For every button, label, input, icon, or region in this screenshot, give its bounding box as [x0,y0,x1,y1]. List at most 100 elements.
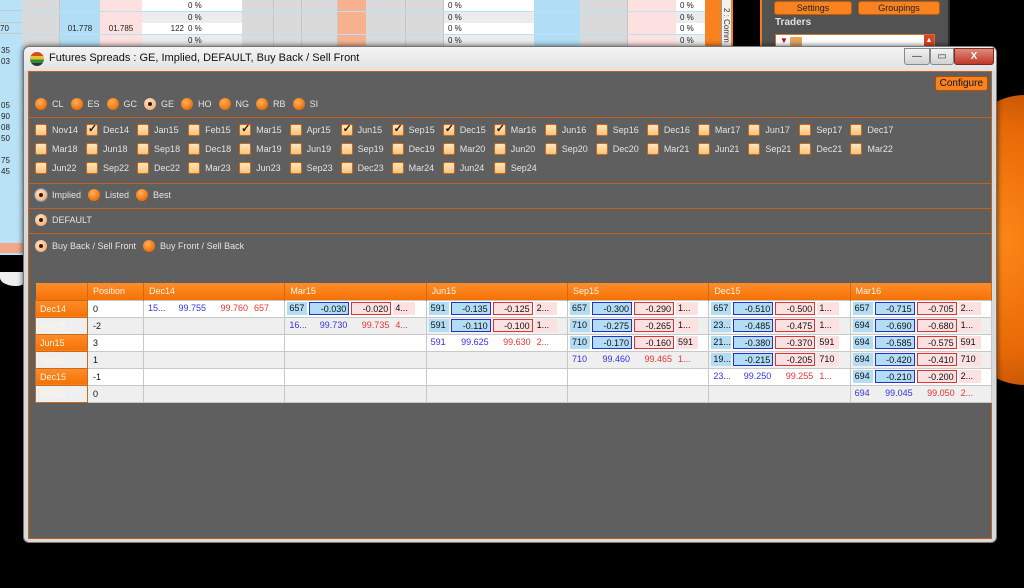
column-header-jun15[interactable]: Jun15 [426,283,568,300]
bid-quantity[interactable]: 694 [852,370,873,383]
bid-price[interactable]: -0.135 [450,302,491,315]
checkbox[interactable] [799,143,812,155]
checkbox[interactable] [239,122,252,136]
contract-checkbox-item[interactable]: Mar19 [239,143,282,155]
ask-quantity[interactable]: 591 [958,336,981,349]
ask-price[interactable]: -0.575 [916,336,957,349]
ask-price[interactable]: -0.160 [633,336,674,349]
checkbox[interactable] [493,162,506,174]
spread-quote[interactable]: 694 -0.420 -0.410 710 [851,352,991,367]
checkbox[interactable] [544,143,557,155]
contract-checkbox-item[interactable]: Dec21 [799,143,842,155]
ask-quantity[interactable]: 1... [675,319,698,332]
bid-price[interactable]: 99.460 [592,353,632,366]
bid-price[interactable]: -0.300 [591,302,632,315]
bid-quantity[interactable]: 657 [711,302,732,315]
checkbox[interactable] [391,122,404,136]
position-cell[interactable]: 3 [87,333,144,352]
checkbox[interactable] [748,143,761,155]
product-radio[interactable] [292,98,305,110]
product-label[interactable]: ES [88,99,100,109]
checkbox[interactable] [86,143,99,155]
checkbox[interactable] [697,124,710,136]
ask-quantity[interactable]: 4... [393,319,415,332]
spread-quote[interactable]: 21... -0.380 -0.370 591 [709,335,849,350]
direction-label[interactable]: Buy Back / Sell Front [52,241,136,251]
ask-price[interactable]: -0.705 [916,302,957,315]
spread-quote[interactable]: 694 -0.210 -0.200 2... [851,369,991,384]
bid-quantity[interactable]: 710 [569,336,590,349]
bid-price[interactable]: 99.045 [875,387,915,400]
price-cell[interactable]: 591 -0.135 -0.125 2... [425,299,568,318]
bid-price[interactable]: -0.030 [309,302,350,315]
bid-quantity[interactable]: 23... [711,319,732,332]
ask-price[interactable]: -0.125 [492,302,533,315]
ask-quantity[interactable]: 1... [817,302,840,315]
position-header[interactable]: Position [87,283,144,300]
spread-quote[interactable]: 657 -0.510 -0.500 1... [709,301,849,316]
bid-quantity[interactable]: 21... [711,336,732,349]
contract-checkbox-item[interactable]: Jun22 [35,162,78,174]
ask-price[interactable]: -0.500 [775,302,816,315]
contract-checkbox-item[interactable]: Dec23 [340,162,384,174]
ask-quantity[interactable]: 2... [959,387,981,400]
ask-quantity[interactable]: 4... [393,302,416,315]
spread-quote[interactable]: 710 -0.275 -0.265 1... [568,318,708,333]
ask-quantity[interactable]: 591 [817,336,840,349]
ask-price[interactable]: -0.265 [633,319,674,332]
close-button[interactable]: X [954,48,994,65]
product-label[interactable]: RB [273,99,286,109]
product-label[interactable]: HO [198,99,212,109]
contract-checkbox-item[interactable]: Sep15 [391,122,435,136]
spread-quote[interactable]: 657 -0.030 -0.020 4... [285,301,425,316]
checkbox[interactable] [239,162,252,174]
ask-quantity[interactable]: 1... [817,319,840,332]
spread-quote[interactable]: 23... -0.485 -0.475 1... [709,318,849,333]
bid-quantity[interactable]: 23... [711,370,731,383]
checkbox[interactable] [239,143,252,155]
product-label[interactable]: GE [161,99,174,109]
ask-price[interactable]: 99.760 [210,302,250,315]
ask-price[interactable]: 99.630 [493,336,533,349]
contract-checkbox-item[interactable]: Sep19 [340,143,384,155]
checkbox[interactable] [340,122,353,136]
bid-price[interactable]: 99.250 [733,370,773,383]
direction-radio[interactable] [35,240,47,252]
contract-checkbox-item[interactable]: Sep16 [595,124,639,136]
ask-quantity[interactable]: 1... [676,353,698,366]
contract-checkbox-item[interactable]: Mar17 [697,124,740,136]
product-label[interactable]: CL [52,99,64,109]
contract-checkbox-item[interactable]: Dec20 [595,143,639,155]
checkbox[interactable] [442,122,455,136]
bid-price[interactable]: -0.715 [874,302,915,315]
contract-checkbox-item[interactable]: Sep23 [289,162,333,174]
contract-checkbox-item[interactable]: Nov14 [35,124,78,136]
spread-quote[interactable]: 694 -0.690 -0.680 1... [851,318,991,333]
bid-quantity[interactable]: 710 [570,353,590,366]
price-source-radio[interactable] [88,189,101,201]
outright-quote[interactable]: 16... 99.730 99.735 4... [285,318,425,333]
checkbox[interactable] [340,162,353,174]
maximize-button[interactable]: ▭ [930,48,954,65]
checkbox[interactable] [86,162,99,174]
checkbox[interactable] [188,162,201,174]
outright-quote[interactable]: 15... 99.755 99.760 657 [144,301,284,316]
ask-quantity[interactable]: 710 [958,353,981,366]
ask-price[interactable]: -0.680 [916,319,957,332]
contract-checkbox-item[interactable]: Dec17 [850,124,893,136]
contract-checkbox-item[interactable]: Mar21 [646,143,690,155]
contract-checkbox-item[interactable]: Jun19 [289,143,333,155]
ask-quantity[interactable]: 657 [252,302,274,315]
bid-quantity[interactable]: 16... [287,319,307,332]
spread-quote[interactable]: 19... -0.215 -0.205 710 [709,352,849,367]
contract-checkbox-item[interactable]: Jan15 [137,124,180,136]
bid-quantity[interactable]: 694 [852,319,873,332]
price-cell[interactable]: 657 -0.510 -0.500 1... [708,299,851,318]
bid-price[interactable]: 99.755 [168,302,208,315]
bid-quantity[interactable]: 694 [852,353,873,366]
ask-price[interactable]: -0.100 [492,319,533,332]
checkbox[interactable] [137,143,150,155]
price-source-label[interactable]: Implied [52,190,81,200]
checkbox[interactable] [799,124,812,136]
ask-quantity[interactable]: 1... [958,319,981,332]
